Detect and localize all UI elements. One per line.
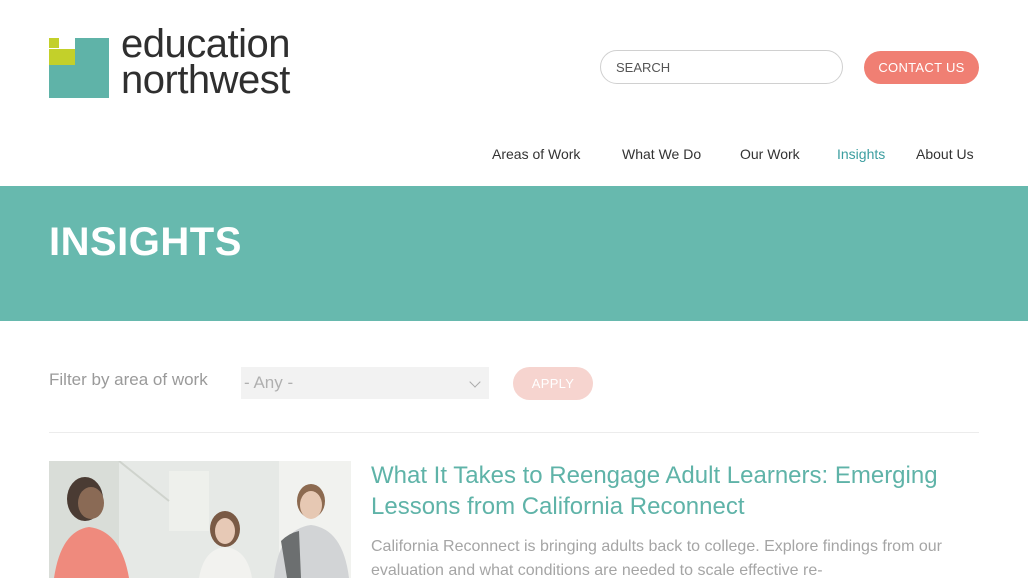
divider	[49, 432, 979, 433]
filter-label: Filter by area of work	[49, 370, 208, 389]
nav-item-insights[interactable]: Insights	[837, 146, 885, 162]
article-title-link[interactable]: What It Takes to Reengage Adult Learners…	[371, 460, 971, 522]
nav-item-our-work[interactable]: Our Work	[740, 146, 800, 162]
area-of-work-select[interactable]: - Any -	[241, 367, 489, 399]
nav-item-what-we-do[interactable]: What We Do	[622, 146, 701, 162]
chevron-down-icon	[469, 376, 481, 388]
article-image[interactable]	[49, 461, 351, 578]
apply-button[interactable]: APPLY	[513, 367, 593, 400]
main-nav: Areas of Work What We Do Our Work Insigh…	[0, 146, 1028, 168]
logo-mark-icon	[49, 38, 109, 98]
article-description: California Reconnect is bringing adults …	[371, 538, 942, 579]
nav-item-areas-of-work[interactable]: Areas of Work	[492, 146, 580, 162]
nav-item-about-us[interactable]: About Us	[916, 146, 974, 162]
logo-wordmark: education northwest	[121, 22, 290, 102]
page-banner: INSIGHTS	[0, 186, 1028, 321]
page-title: INSIGHTS	[49, 220, 242, 264]
contact-us-button[interactable]: CONTACT US	[864, 51, 979, 84]
select-value: - Any -	[244, 373, 294, 392]
search-input[interactable]	[600, 50, 843, 84]
students-in-hallway-photo-icon	[49, 461, 351, 578]
logo[interactable]: education northwest	[49, 24, 311, 100]
